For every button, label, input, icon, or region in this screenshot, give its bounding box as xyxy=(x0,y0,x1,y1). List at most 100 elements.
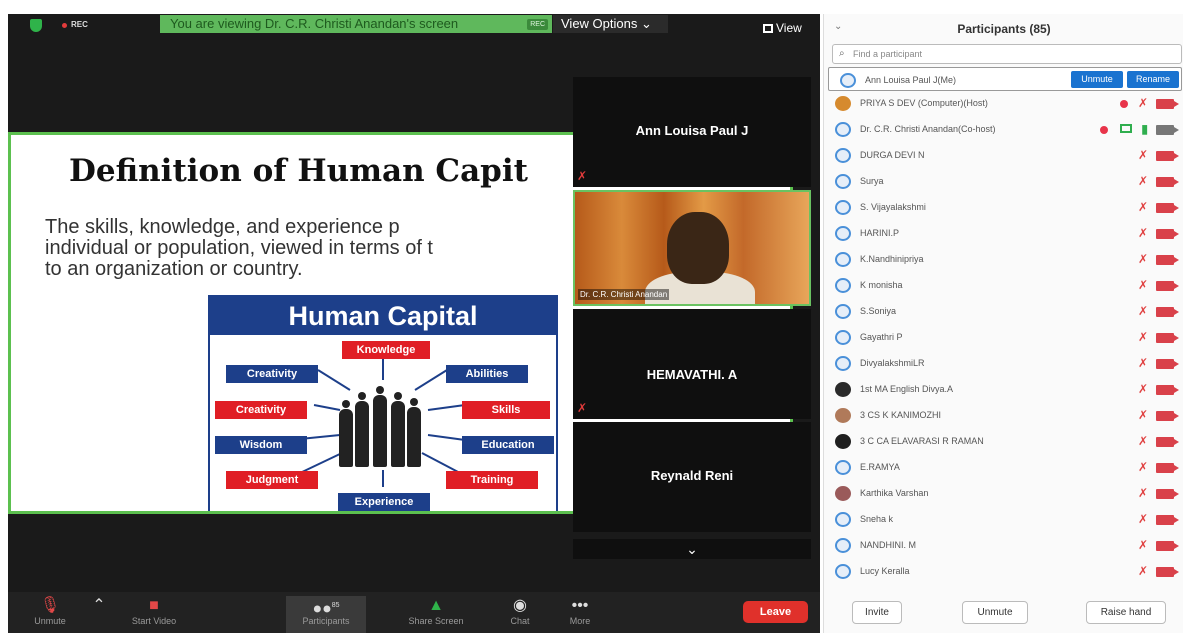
participant-row[interactable]: Ann Louisa Paul J(Me) Unmute Rename xyxy=(828,67,1182,91)
scroll-down-button[interactable]: ⌄ xyxy=(573,539,811,559)
slide-body-line: individual or population, viewed in term… xyxy=(45,237,433,259)
participant-row[interactable]: HARINI.P ✗ xyxy=(824,221,1183,247)
share-screen-label: Share Screen xyxy=(408,616,464,626)
participant-tile[interactable]: Ann Louisa Paul J ✗ xyxy=(573,77,811,187)
grid-view-icon xyxy=(763,24,773,33)
participant-row[interactable]: Sneha k ✗ xyxy=(824,507,1183,533)
chevron-down-icon: ⌄ xyxy=(640,16,652,31)
chat-button[interactable]: ◉ Chat xyxy=(500,596,540,626)
unmute-button[interactable]: 🎙 Unmute xyxy=(24,596,76,626)
muted-mic-icon: ✗ xyxy=(577,401,588,415)
muted-mic-icon: ✗ xyxy=(1137,460,1148,474)
meeting-top-bar: REC You are viewing Dr. C.R. Christi Ana… xyxy=(8,14,820,36)
view-options-label: View Options xyxy=(561,16,638,31)
video-off-icon xyxy=(1156,125,1179,135)
start-video-button[interactable]: ■ Start Video xyxy=(118,596,190,626)
participant-row[interactable]: DivyalakshmiLR ✗ xyxy=(824,351,1183,377)
muted-mic-icon: ✗ xyxy=(1137,148,1148,162)
participant-row[interactable]: NANDHINI. M ✗ xyxy=(824,533,1183,559)
participant-row[interactable]: Dr. C.R. Christi Anandan(Co-host) ▮ xyxy=(824,117,1183,143)
avatar xyxy=(835,252,851,267)
video-off-icon: ■ xyxy=(149,597,159,614)
participant-video-tile[interactable]: Dr. C.R. Christi Anandan xyxy=(573,190,811,306)
participant-row[interactable]: E.RAMYA ✗ xyxy=(824,455,1183,481)
participant-name: 1st MA English Divya.A xyxy=(860,384,954,394)
video-off-icon xyxy=(1156,489,1179,499)
participants-button[interactable]: ●●85 Participants xyxy=(286,596,366,633)
diagram-box-abilities: Abilities xyxy=(446,365,528,383)
participant-row[interactable]: K.Nandhinipriya ✗ xyxy=(824,247,1183,273)
diagram-box-experience: Experience xyxy=(338,493,430,511)
video-strip: Ann Louisa Paul J ✗ Dr. C.R. Christi Ana… xyxy=(573,77,811,559)
participant-row[interactable]: 3 CS K KANIMOZHI ✗ xyxy=(824,403,1183,429)
view-options-button[interactable]: View Options ⌄ xyxy=(553,15,668,33)
avatar xyxy=(840,73,856,88)
video-off-icon xyxy=(1156,385,1179,395)
participant-row[interactable]: 1st MA English Divya.A ✗ xyxy=(824,377,1183,403)
raise-hand-button[interactable]: Raise hand xyxy=(1086,601,1166,624)
avatar xyxy=(835,408,851,423)
video-off-icon xyxy=(1156,541,1179,551)
viewing-screen-banner: You are viewing Dr. C.R. Christi Anandan… xyxy=(160,15,552,33)
video-off-icon xyxy=(1156,515,1179,525)
muted-mic-icon: ✗ xyxy=(1137,226,1148,240)
participants-icon: ●●85 xyxy=(312,600,340,618)
participant-row[interactable]: Karthika Varshan ✗ xyxy=(824,481,1183,507)
muted-mic-icon: ✗ xyxy=(1137,512,1148,526)
participants-panel: ⌄ Participants (85) ⌕ Find a participant… xyxy=(823,14,1183,633)
slide-body-line: The skills, knowledge, and experience p xyxy=(45,216,400,238)
chat-icon: ◉ xyxy=(513,597,527,614)
avatar xyxy=(835,330,851,345)
diagram-title: Human Capital xyxy=(210,297,556,335)
meeting-stage: REC You are viewing Dr. C.R. Christi Ana… xyxy=(8,14,820,633)
participant-name: Sneha k xyxy=(860,514,894,524)
chat-label: Chat xyxy=(510,616,530,626)
leave-button[interactable]: Leave xyxy=(743,601,808,623)
participant-name: E.RAMYA xyxy=(860,462,900,472)
unmute-me-button[interactable]: Unmute xyxy=(962,601,1028,624)
start-video-label: Start Video xyxy=(131,616,177,626)
muted-mic-icon: ✗ xyxy=(1137,356,1148,370)
rename-button[interactable]: Rename xyxy=(1127,71,1179,88)
participant-row[interactable]: S.Soniya ✗ xyxy=(824,299,1183,325)
participant-search-input[interactable]: ⌕ Find a participant xyxy=(832,44,1182,64)
diagram-box-judgment: Judgment xyxy=(226,471,318,489)
participant-row[interactable]: Lucy Keralla ✗ xyxy=(824,559,1183,585)
participant-row[interactable]: Gayathri P ✗ xyxy=(824,325,1183,351)
participant-name: S. Vijayalakshmi xyxy=(860,202,926,212)
meeting-toolbar: 🎙 Unmute ⌃ ■ Start Video ●●85 Participan… xyxy=(8,592,820,633)
video-off-icon xyxy=(1156,463,1179,473)
participant-row[interactable]: DURGA DEVI N ✗ xyxy=(824,143,1183,169)
participant-name: 3 C CA ELAVARASI R RAMAN xyxy=(860,436,984,446)
human-capital-diagram: Human Capital Knowledge Creativity Abili… xyxy=(208,295,558,511)
participant-row[interactable]: S. Vijayalakshmi ✗ xyxy=(824,195,1183,221)
avatar xyxy=(835,564,851,579)
person-face xyxy=(667,212,729,284)
participant-row[interactable]: 3 C CA ELAVARASI R RAMAN ✗ xyxy=(824,429,1183,455)
recording-dot-icon xyxy=(1120,100,1128,108)
more-button[interactable]: ••• More xyxy=(560,596,600,626)
muted-mic-icon: ✗ xyxy=(1137,200,1148,214)
participant-tile[interactable]: Reynald Reni xyxy=(573,422,811,532)
muted-mic-icon: 🎙 xyxy=(39,597,61,614)
audio-options-button[interactable]: ⌃ xyxy=(90,596,108,616)
muted-mic-icon: ✗ xyxy=(1137,252,1148,266)
unmute-participant-button[interactable]: Unmute xyxy=(1071,71,1123,88)
participant-row[interactable]: Surya ✗ xyxy=(824,169,1183,195)
participant-tile-name: HEMAVATHI. A xyxy=(646,367,738,382)
avatar xyxy=(835,304,851,319)
diagram-box-knowledge: Knowledge xyxy=(342,341,430,359)
avatar xyxy=(835,434,851,449)
participant-name: 3 CS K KANIMOZHI xyxy=(860,410,942,420)
participant-tile[interactable]: HEMAVATHI. A ✗ xyxy=(573,309,811,419)
participant-row[interactable]: K monisha ✗ xyxy=(824,273,1183,299)
more-label: More xyxy=(569,616,591,626)
share-screen-button[interactable]: ▲ Share Screen xyxy=(400,596,472,626)
participant-name: DivyalakshmiLR xyxy=(860,358,925,368)
unmuted-mic-icon: ▮ xyxy=(1141,122,1148,136)
view-button[interactable]: View xyxy=(763,21,802,35)
shield-icon[interactable] xyxy=(30,19,42,32)
diagram-box-creativity: Creativity xyxy=(226,365,318,383)
invite-button[interactable]: Invite xyxy=(852,601,902,624)
participant-row[interactable]: PRIYA S DEV (Computer)(Host) ✗ xyxy=(824,91,1183,117)
